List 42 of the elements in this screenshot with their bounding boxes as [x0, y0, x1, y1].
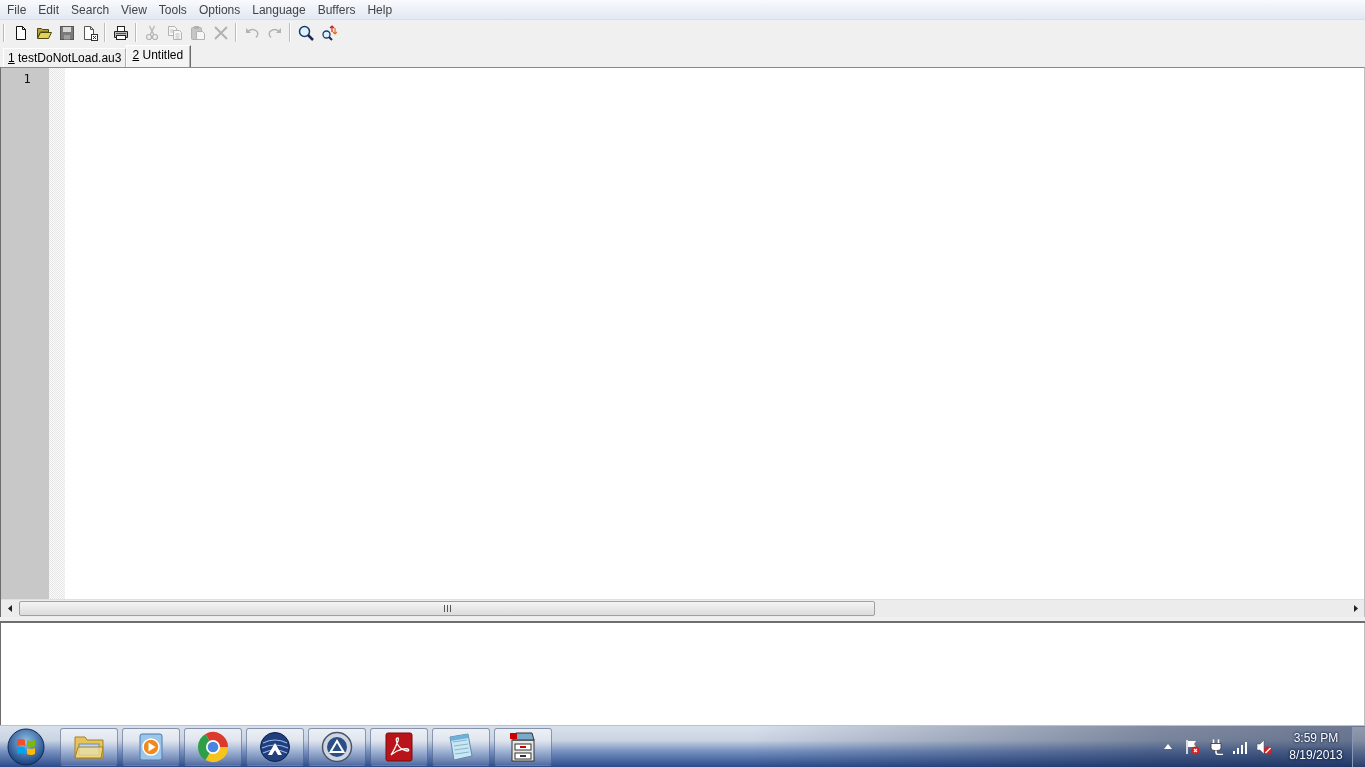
- show-hidden-icons-button[interactable]: [1164, 744, 1172, 749]
- search-icon: [297, 24, 314, 41]
- printer-icon: [112, 24, 129, 41]
- show-desktop-button[interactable]: [1352, 726, 1365, 767]
- tab[interactable]: 1 testDoNotLoad.au3: [3, 48, 127, 67]
- tricolor-circle-icon: [197, 730, 229, 763]
- copy-icon: [166, 24, 183, 41]
- taskbar-button[interactable]: [246, 727, 304, 766]
- page-x-icon: [81, 24, 98, 41]
- taskbar-button[interactable]: [494, 727, 552, 766]
- menu-item[interactable]: Search: [65, 0, 116, 19]
- menu-item[interactable]: Options: [192, 0, 247, 19]
- line-number: 1: [22, 72, 32, 86]
- scrollbar-thumb[interactable]: [19, 601, 875, 616]
- orb-icon: [7, 727, 45, 766]
- clipboard-icon: [189, 24, 206, 41]
- signal-bars-icon[interactable]: [1232, 739, 1248, 754]
- clock-time[interactable]: 3:59 PM: [1293, 729, 1339, 747]
- sphere-icon: [259, 730, 291, 763]
- start-button[interactable]: [4, 726, 48, 767]
- menu-item[interactable]: Language: [246, 0, 312, 19]
- menu-item[interactable]: Tools: [152, 0, 193, 19]
- plug-icon[interactable]: [1208, 738, 1224, 755]
- taskbar-button[interactable]: [308, 727, 366, 766]
- menu-item[interactable]: View: [115, 0, 153, 19]
- grip-icon: [443, 605, 451, 612]
- tab[interactable]: 2 Untitled: [126, 45, 192, 67]
- taskbar-button[interactable]: [370, 727, 428, 766]
- scissors-icon: [143, 24, 160, 41]
- floppy-icon: [58, 24, 75, 41]
- swirl-tile-icon: [383, 730, 415, 763]
- speaker-icon[interactable]: [1256, 738, 1272, 755]
- menu-item[interactable]: Edit: [32, 0, 66, 19]
- clock-date[interactable]: 8/19/2013: [1289, 746, 1343, 764]
- magnifier-arrows-icon: [320, 24, 337, 41]
- x-icon: [212, 24, 229, 41]
- left-triangle-icon: [7, 605, 12, 612]
- menu-item[interactable]: File: [1, 0, 33, 19]
- flag-icon[interactable]: [1184, 738, 1200, 755]
- menu-item[interactable]: Buffers: [311, 0, 362, 19]
- right-triangle-icon: [1353, 605, 1358, 612]
- menu-item[interactable]: Help: [361, 0, 399, 19]
